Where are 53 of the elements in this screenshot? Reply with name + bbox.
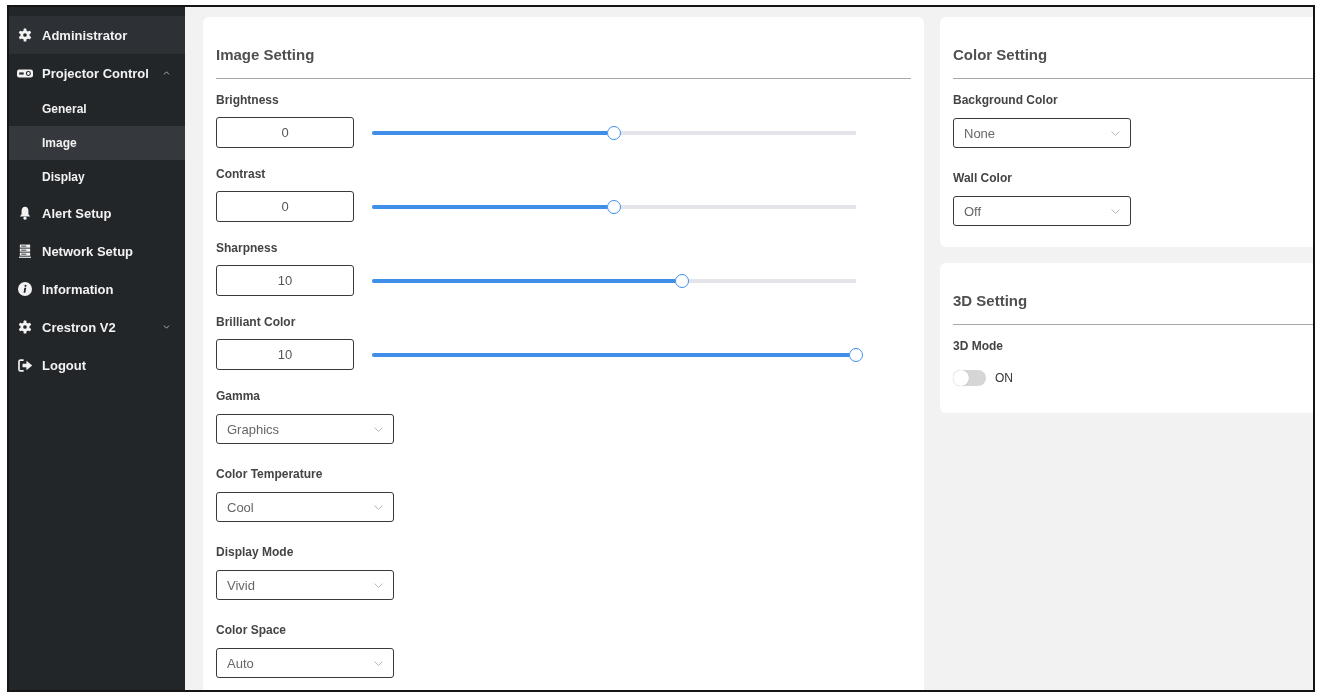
number-field[interactable]: 10 — [216, 339, 354, 370]
toggle-label: ON — [995, 370, 1013, 386]
sidebar-item[interactable]: Network Setup — [9, 232, 185, 270]
field-label: Brilliant Color — [216, 314, 297, 330]
field-label: Wall Color — [953, 170, 1013, 186]
dropdown[interactable]: Cool — [216, 492, 394, 522]
logout-arrow-icon — [17, 358, 33, 372]
server-stack-icon — [19, 244, 31, 258]
field-label: 3D Mode — [953, 338, 1004, 354]
sidebar-subitem[interactable]: General — [9, 92, 185, 126]
field-label: Sharpness — [216, 240, 279, 256]
dropdown[interactable]: Vivid — [216, 570, 394, 600]
field-label: Color Space — [216, 622, 288, 638]
sidebar-item[interactable]: Administrator — [9, 16, 185, 54]
chevron-down-icon — [374, 660, 383, 666]
number-field[interactable]: 0 — [216, 191, 354, 222]
sidebar-subitem[interactable]: Display — [9, 160, 185, 194]
field-label: Contrast — [216, 166, 267, 182]
card-title: Color Setting — [953, 45, 1049, 65]
bell-icon — [19, 206, 31, 220]
sidebar-item[interactable]: Crestron V2 — [9, 308, 185, 346]
field-label: Display Mode — [216, 544, 295, 560]
sidebar-item[interactable]: Projector Control — [9, 54, 185, 92]
info-icon — [18, 282, 32, 296]
sidebar-item[interactable]: Information — [9, 270, 185, 308]
gear-icon — [18, 28, 32, 42]
chevron-down-icon — [1111, 208, 1120, 214]
field-label: Background Color — [953, 92, 1059, 108]
sidebar-item[interactable]: Logout — [9, 346, 185, 384]
chevron-down-icon — [374, 426, 383, 432]
number-field[interactable]: 0 — [216, 117, 354, 148]
chevron-down-icon — [1111, 130, 1120, 136]
card-title: 3D Setting — [953, 291, 1029, 311]
sidebar-subitem[interactable]: Image — [9, 126, 185, 160]
toggle-switch[interactable] — [953, 370, 986, 386]
slider-handle[interactable] — [849, 347, 863, 362]
card-title: Image Setting — [216, 45, 316, 65]
slider-handle[interactable] — [607, 199, 621, 214]
sidebar-item[interactable]: Alert Setup — [9, 194, 185, 232]
field-label: Gamma — [216, 388, 262, 404]
chevron-down-icon — [374, 582, 383, 588]
gear-icon — [18, 320, 32, 334]
field-label: Brightness — [216, 92, 280, 108]
number-field[interactable]: 10 — [216, 265, 354, 296]
dropdown[interactable]: Off — [953, 196, 1131, 226]
projector-icon — [17, 68, 33, 78]
dropdown[interactable]: Graphics — [216, 414, 394, 444]
slider-handle[interactable] — [607, 125, 621, 140]
dropdown[interactable]: None — [953, 118, 1131, 148]
chevron-down-icon — [374, 504, 383, 510]
slider-handle[interactable] — [674, 273, 689, 288]
dropdown[interactable]: Auto — [216, 648, 394, 678]
field-label: Color Temperature — [216, 466, 324, 482]
